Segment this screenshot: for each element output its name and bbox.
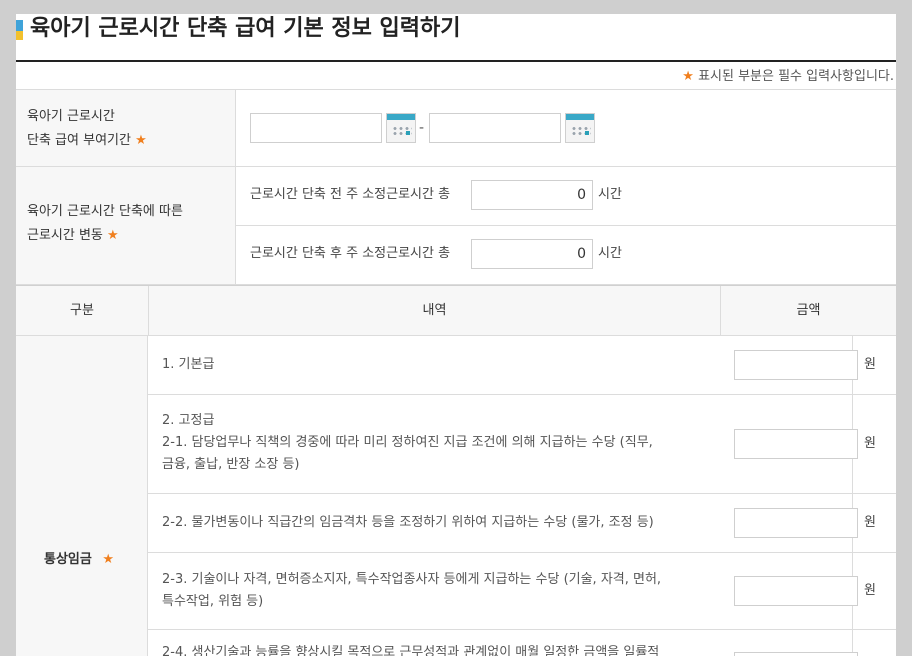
hours-label-cell: 육아기 근로시간 단축에 따른 근로시간 변동 ★	[16, 167, 236, 284]
period-start-input[interactable]	[250, 113, 382, 143]
item-text: 2-2. 물가변동이나 직급간의 임금격차 등을 조정하기 위하여 지급하는 수…	[162, 512, 722, 534]
table-row: 2-3. 기술이나 자격, 면허증소지자, 특수작업종사자 등에게 지급하는 수…	[148, 553, 896, 630]
currency-unit: 원	[864, 583, 876, 598]
period-label-line2: 단축 급여 부여기간	[27, 133, 131, 148]
amount-input[interactable]	[734, 576, 858, 606]
category-required-star-icon: ★	[102, 552, 115, 567]
item-line: 2-1. 담당업무나 직책의 경중에 따라 미리 정하여진 지급 조건에 의해 …	[162, 435, 653, 450]
item-line: 1. 기본급	[162, 357, 215, 372]
header-detail: 내역	[422, 303, 447, 318]
hours-required-star-icon: ★	[107, 228, 119, 243]
item-line: 2-3. 기술이나 자격, 면허증소지자, 특수작업종사자 등에게 지급하는 수…	[162, 572, 662, 587]
item-text: 2-4. 생산기술과 능률을 향상시킬 목적으로 근무성적과 관계없이 매월 일…	[162, 642, 722, 656]
calendar-icon[interactable]	[386, 113, 416, 143]
period-label-line2-wrap: 단축 급여 부여기간 ★	[27, 129, 235, 153]
required-note-text: 표시된 부분은 필수 입력사항입니다.	[698, 69, 894, 84]
item-text: 2-3. 기술이나 자격, 면허증소지자, 특수작업종사자 등에게 지급하는 수…	[162, 569, 722, 613]
calendar-header	[566, 114, 594, 120]
calendar-selected-day	[585, 131, 589, 135]
hours-after-unit: 시간	[598, 246, 622, 261]
currency-unit: 원	[864, 357, 876, 372]
hours-divider	[236, 225, 896, 226]
period-label-cell: 육아기 근로시간 단축 급여 부여기간 ★	[16, 90, 236, 166]
hours-before-unit: 시간	[598, 187, 622, 202]
hours-label-line1: 육아기 근로시간 단축에 따른	[27, 204, 183, 219]
form-sheet: 육아기 근로시간 단축 급여 기본 정보 입력하기 ★ 표시된 부분은 필수 입…	[16, 14, 896, 656]
wage-table-header: 구분 내역 금액	[16, 285, 896, 336]
header-category: 구분	[70, 303, 94, 318]
category-label: 통상임금	[44, 552, 92, 567]
item-text: 1. 기본급	[162, 354, 722, 376]
table-row: 2-2. 물가변동이나 직급간의 임금격차 등을 조정하기 위하여 지급하는 수…	[148, 494, 896, 553]
header-rule	[16, 60, 896, 62]
period-separator: -	[419, 120, 425, 136]
page-title: 육아기 근로시간 단축 급여 기본 정보 입력하기	[30, 16, 461, 41]
category-label-wrap: 통상임금 ★	[44, 548, 114, 567]
item-line: 2-4. 생산기술과 능률을 향상시킬 목적으로 근무성적과 관계없이 매월 일…	[162, 645, 660, 656]
hours-before-input[interactable]: 0	[471, 180, 593, 210]
hours-row: 육아기 근로시간 단축에 따른 근로시간 변동 ★ 근로시간 단축 전 주 소정…	[16, 167, 896, 285]
table-row: 2-4. 생산기술과 능률을 향상시킬 목적으로 근무성적과 관계없이 매월 일…	[148, 630, 896, 656]
period-end-input[interactable]	[429, 113, 561, 143]
required-star-icon: ★	[682, 69, 694, 84]
category-cell: 통상임금 ★	[16, 336, 148, 656]
period-label-line1: 육아기 근로시간	[27, 109, 115, 124]
calendar-header	[387, 114, 415, 120]
hours-label-line2-wrap: 근로시간 변동 ★	[27, 224, 235, 248]
required-note: ★ 표시된 부분은 필수 입력사항입니다.	[682, 68, 894, 86]
calendar-selected-day	[406, 131, 410, 135]
hours-after-label: 근로시간 단축 후 주 소정근로시간 총	[250, 246, 451, 261]
page-header: 육아기 근로시간 단축 급여 기본 정보 입력하기	[16, 14, 896, 60]
currency-unit: 원	[864, 515, 876, 530]
amount-input[interactable]	[734, 508, 858, 538]
period-required-star-icon: ★	[135, 133, 147, 148]
item-line: 2. 고정급	[162, 413, 215, 428]
item-line: 특수작업, 위험 등)	[162, 594, 264, 609]
item-line: 2-2. 물가변동이나 직급간의 임금격차 등을 조정하기 위하여 지급하는 수…	[162, 515, 654, 530]
amount-input[interactable]	[734, 350, 858, 380]
title-marker	[16, 20, 23, 40]
amount-input[interactable]	[734, 429, 858, 459]
item-line: 금융, 출납, 반장 소장 등)	[162, 457, 300, 472]
calendar-icon[interactable]	[565, 113, 595, 143]
currency-unit: 원	[864, 436, 876, 451]
hours-after-input[interactable]: 0	[471, 239, 593, 269]
amount-input[interactable]	[734, 652, 858, 656]
table-row: 2. 고정급 2-1. 담당업무나 직책의 경중에 따라 미리 정하여진 지급 …	[148, 395, 896, 494]
header-amount: 금액	[796, 303, 821, 318]
table-row: 1. 기본급 원	[148, 336, 896, 395]
hours-before-label: 근로시간 단축 전 주 소정근로시간 총	[250, 187, 451, 202]
hours-label-line2: 근로시간 변동	[27, 228, 103, 243]
period-row: 육아기 근로시간 단축 급여 부여기간 ★ -	[16, 89, 896, 167]
item-text: 2. 고정급 2-1. 담당업무나 직책의 경중에 따라 미리 정하여진 지급 …	[162, 410, 722, 476]
